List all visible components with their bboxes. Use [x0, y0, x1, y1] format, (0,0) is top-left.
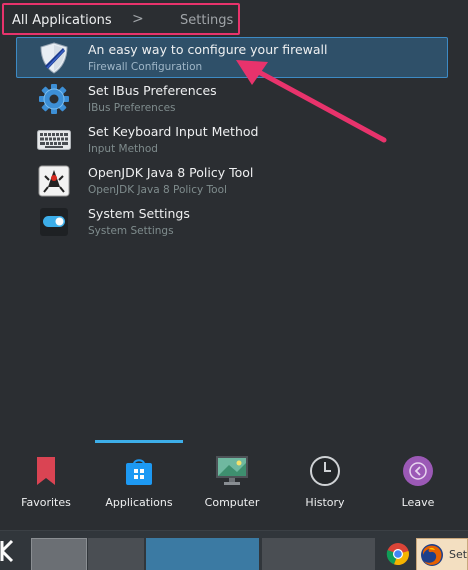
- taskbar-task-active[interactable]: [146, 538, 259, 570]
- tab-label: Leave: [401, 496, 435, 509]
- monitor-icon: [214, 453, 250, 489]
- app-item-ibus-preferences[interactable]: Set IBus Preferences IBus Preferences: [16, 78, 448, 119]
- app-item-system-settings[interactable]: System Settings System Settings: [16, 201, 448, 242]
- gear-icon: [37, 83, 71, 115]
- leave-icon: [400, 453, 436, 489]
- tab-label: History: [305, 496, 345, 509]
- breadcrumb-separator: >: [132, 11, 144, 27]
- breadcrumb: All Applications > Settings: [2, 3, 240, 35]
- app-description: Input Method: [88, 143, 158, 155]
- breadcrumb-settings[interactable]: Settings: [180, 13, 233, 28]
- clock-icon: [307, 453, 343, 489]
- app-description: IBus Preferences: [88, 102, 176, 114]
- app-name: An easy way to configure your firewall: [88, 42, 328, 57]
- chrome-icon[interactable]: [386, 542, 410, 566]
- taskbar-task[interactable]: [262, 538, 375, 570]
- firefox-task-label: Set: [449, 548, 468, 561]
- desktop-pager-2[interactable]: [88, 538, 144, 570]
- tab-leave[interactable]: Leave: [386, 450, 450, 516]
- app-name: OpenJDK Java 8 Policy Tool: [88, 165, 254, 180]
- tab-favorites[interactable]: Favorites: [14, 450, 78, 516]
- taskbar-task-firefox[interactable]: Set: [416, 538, 468, 570]
- app-item-firewall[interactable]: An easy way to configure your firewall F…: [16, 37, 448, 78]
- tab-computer[interactable]: Computer: [196, 450, 268, 516]
- tab-history[interactable]: History: [293, 450, 357, 516]
- keyboard-icon: [37, 124, 71, 156]
- firewall-shield-icon: [37, 42, 71, 74]
- tab-label: Computer: [204, 496, 260, 509]
- launcher-tabs: Favorites Applications Computer History …: [0, 450, 468, 520]
- app-description: Firewall Configuration: [88, 61, 203, 73]
- desktop-pager-1[interactable]: [31, 538, 87, 570]
- breadcrumb-all-applications[interactable]: All Applications: [12, 13, 112, 28]
- active-tab-indicator: [95, 440, 183, 443]
- java-duke-icon: [37, 165, 71, 197]
- app-item-openjdk-policy-tool[interactable]: OpenJDK Java 8 Policy Tool OpenJDK Java …: [16, 160, 448, 201]
- app-name: Set IBus Preferences: [88, 83, 217, 98]
- tab-label: Favorites: [21, 496, 71, 509]
- applications-bag-icon: [121, 453, 157, 489]
- app-description: OpenJDK Java 8 Policy Tool: [88, 184, 227, 196]
- app-name: System Settings: [88, 206, 190, 221]
- app-list: An easy way to configure your firewall F…: [16, 37, 448, 242]
- taskbar: Set: [0, 530, 468, 570]
- tab-applications[interactable]: Applications: [99, 450, 179, 516]
- app-item-keyboard-input-method[interactable]: Set Keyboard Input Method Input Method: [16, 119, 448, 160]
- app-name: Set Keyboard Input Method: [88, 124, 259, 139]
- bookmark-icon: [28, 453, 64, 489]
- application-launcher: All Applications > Settings An easy way …: [0, 0, 468, 530]
- tab-label: Applications: [105, 496, 173, 509]
- firefox-icon: [420, 543, 444, 567]
- kde-launcher-icon[interactable]: [0, 537, 28, 565]
- app-description: System Settings: [88, 225, 174, 237]
- toggle-switch-icon: [37, 206, 71, 238]
